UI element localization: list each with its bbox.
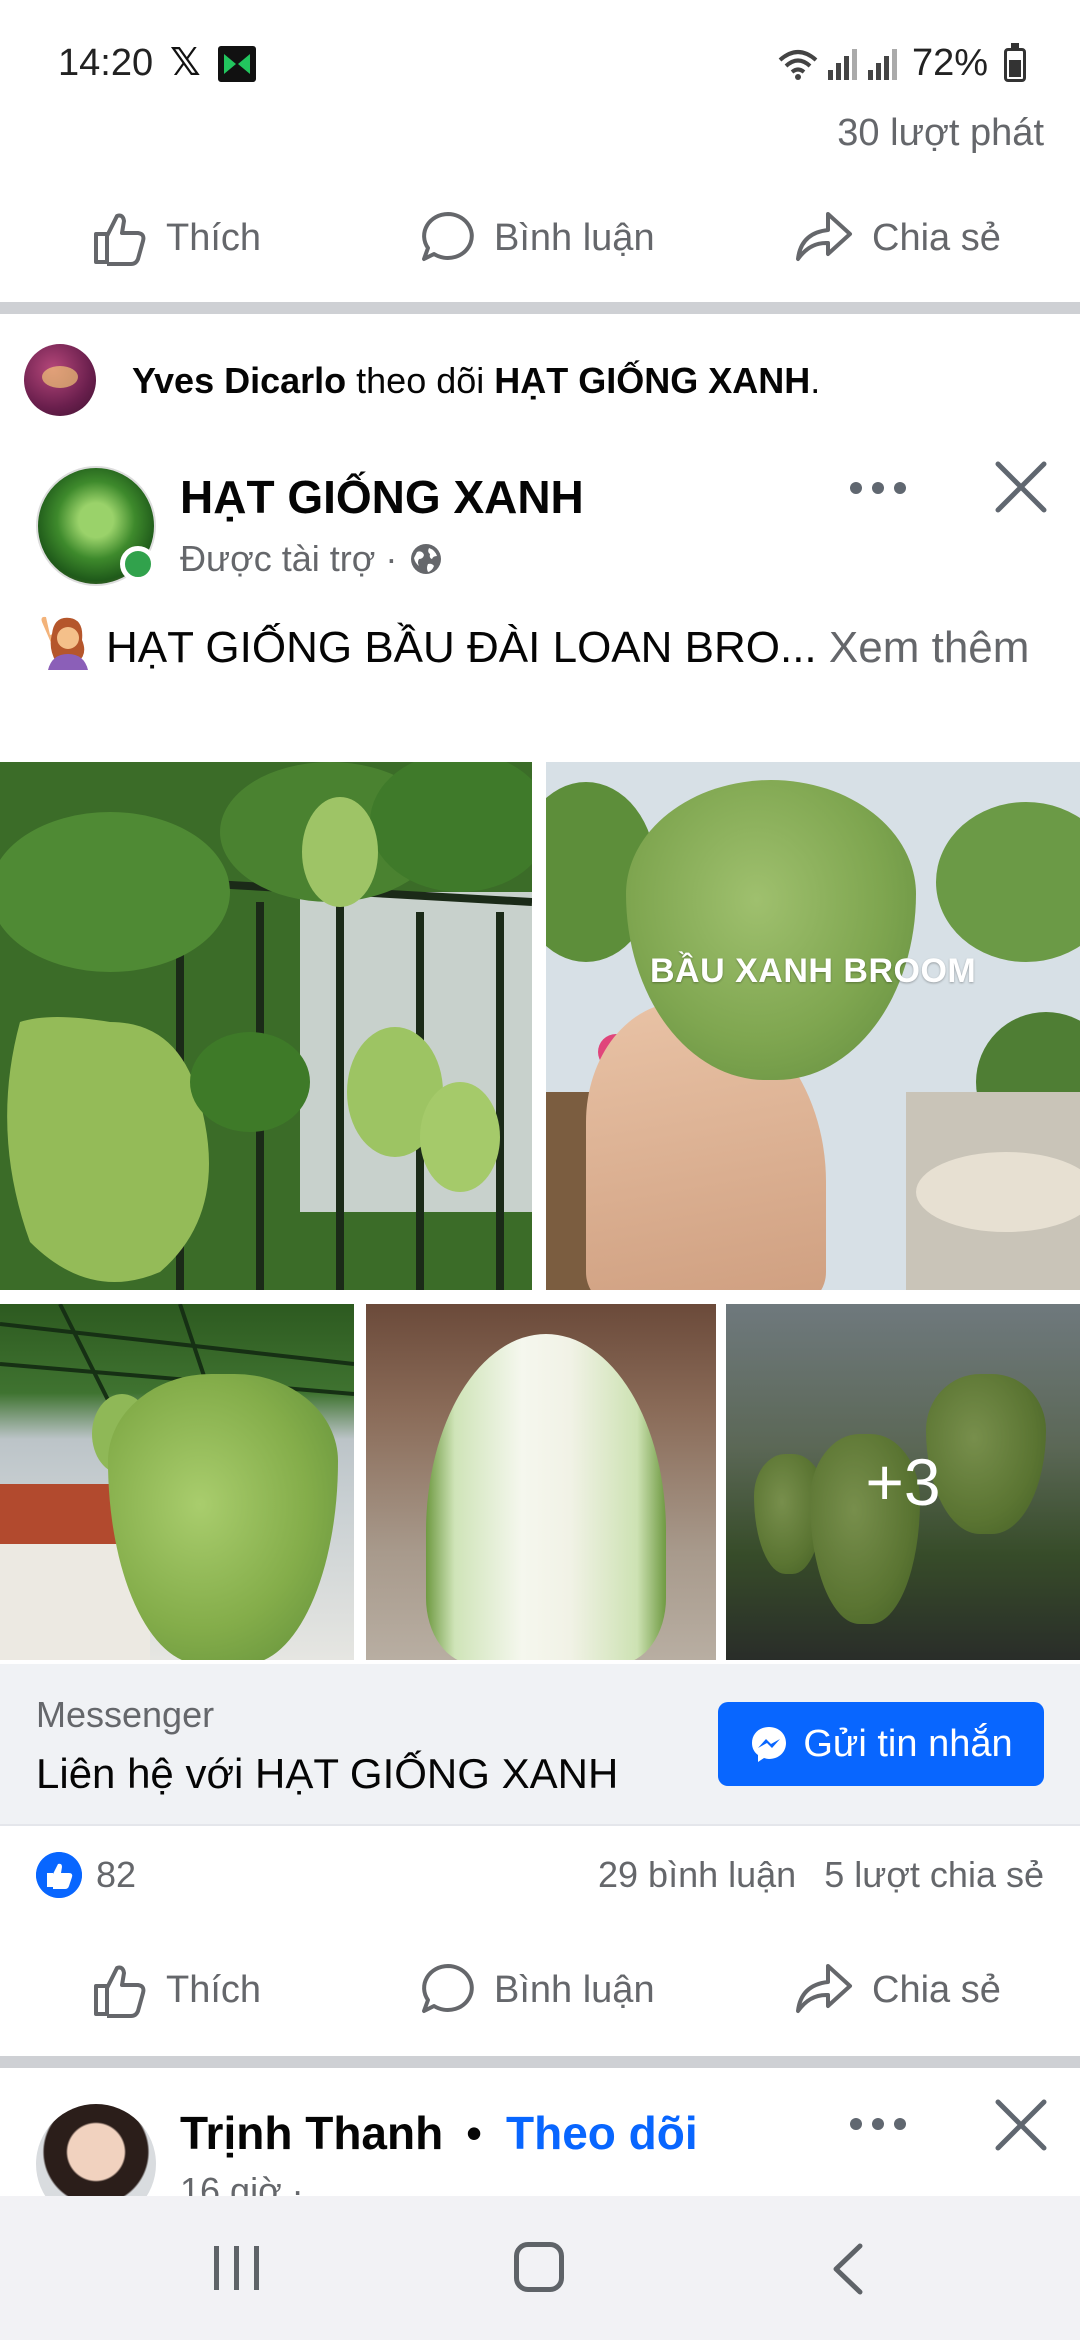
nav-back-icon[interactable] [830, 2242, 864, 2296]
send-message-button[interactable]: Gửi tin nhắn [718, 1702, 1044, 1786]
share-icon [796, 212, 852, 261]
messenger-icon [752, 1727, 787, 1762]
like-label: Thích [166, 1968, 262, 2011]
notification-verb: theo dõi [346, 360, 495, 401]
sponsored-label: Được tài trợ · [180, 538, 398, 579]
notification-end: . [810, 360, 821, 401]
comment-label: Bình luận [494, 216, 655, 259]
prev-post-actions: Thích Bình luận Chia sẻ [0, 188, 1080, 288]
like-label: Thích [166, 216, 262, 259]
battery-percent: 72% [912, 42, 989, 84]
post-photo[interactable] [366, 1304, 716, 1660]
globe-icon [411, 544, 442, 574]
divider [0, 1824, 1080, 1826]
comment-label: Bình luận [494, 1968, 655, 2011]
battery-icon [1004, 43, 1026, 82]
online-indicator [120, 546, 156, 582]
comment-icon [422, 212, 474, 261]
thumbs-up-icon [94, 213, 146, 266]
comment-button[interactable]: Bình luận [418, 1940, 655, 2040]
like-button[interactable]: Thích [90, 188, 261, 288]
like-reaction-icon[interactable] [36, 1852, 82, 1898]
name-separator: • [466, 2107, 483, 2159]
share-label: Chia sẻ [872, 1968, 1001, 2011]
play-count[interactable]: 30 lượt phát [837, 112, 1044, 155]
share-count[interactable]: 5 lượt chia sẻ [824, 1854, 1044, 1895]
notification-page[interactable]: HẠT GIỐNG XANH [494, 360, 810, 401]
gourd-slice-image [426, 1334, 666, 1660]
x-logo-icon: 𝕏 [170, 42, 201, 84]
raising-hand-emoji-icon [41, 616, 88, 670]
close-icon[interactable] [994, 2098, 1048, 2152]
comment-icon [422, 1964, 474, 2013]
send-message-label: Gửi tin nhắn [803, 1722, 1013, 1765]
share-button[interactable]: Chia sẻ [792, 188, 1001, 288]
close-icon[interactable] [994, 460, 1048, 514]
post-caption: HẠT GIỐNG BẦU ĐÀI LOAN BRO... Xem thêm [36, 614, 1046, 679]
cta-label: Messenger [36, 1694, 215, 1735]
post-photo[interactable]: BẦU XANH BROOM [546, 762, 1080, 1290]
notification-text: Yves Dicarlo theo dõi HẠT GIỐNG XANH. [132, 360, 820, 402]
post-separator [0, 302, 1080, 314]
post-text: HẠT GIỐNG BẦU ĐÀI LOAN BRO... [106, 623, 817, 672]
navigation-bar [0, 2196, 1080, 2340]
avatar[interactable] [24, 344, 96, 416]
post-actions: Thích Bình luận Chia sẻ [0, 1940, 1080, 2040]
signal-icon [868, 49, 897, 80]
post-photo[interactable] [0, 1304, 354, 1660]
share-label: Chia sẻ [872, 216, 1001, 259]
more-icon[interactable] [850, 2114, 910, 2134]
photo-gourds-vine [0, 762, 532, 1290]
messenger-cta: Messenger Liên hệ với HẠT GIỐNG XANH Gửi… [0, 1664, 1080, 1824]
post-meta: Được tài trợ · [180, 538, 443, 580]
share-icon [796, 1964, 852, 2013]
share-button[interactable]: Chia sẻ [792, 1940, 1001, 2040]
nav-recents-icon[interactable] [214, 2246, 262, 2290]
signal-icon [828, 49, 857, 80]
status-time: 14:20 [58, 42, 154, 84]
comment-count[interactable]: 29 bình luận [598, 1854, 796, 1895]
comment-share-counts: 29 bình luận 5 lượt chia sẻ [598, 1854, 1044, 1896]
status-bar: 14:20 𝕏 72% [0, 0, 1080, 120]
thumbs-up-icon [94, 1965, 146, 2018]
photo-label: BẦU XANH BROOM [650, 952, 977, 990]
post-separator [0, 2056, 1080, 2068]
cta-title[interactable]: Liên hệ với HẠT GIỐNG XANH [36, 1750, 618, 1798]
more-icon[interactable] [850, 478, 910, 498]
app-icon [218, 46, 256, 82]
page-name[interactable]: HẠT GIỐNG XANH [180, 470, 584, 524]
follow-button[interactable]: Theo dõi [506, 2106, 698, 2160]
gourd-image [108, 1374, 338, 1660]
more-photos-overlay[interactable]: +3 [726, 1304, 1080, 1660]
nav-home-icon[interactable] [514, 2242, 564, 2292]
wifi-icon [778, 50, 818, 80]
like-button[interactable]: Thích [90, 1940, 261, 2040]
author-name[interactable]: Trịnh Thanh [180, 2106, 443, 2160]
see-more-link[interactable]: Xem thêm [817, 623, 1030, 672]
notification-user[interactable]: Yves Dicarlo [132, 360, 346, 401]
reaction-count[interactable]: 82 [96, 1854, 136, 1896]
post-photo[interactable] [0, 762, 532, 1290]
comment-button[interactable]: Bình luận [418, 188, 655, 288]
follow-notification[interactable]: Yves Dicarlo theo dõi HẠT GIỐNG XANH. [0, 340, 1080, 430]
